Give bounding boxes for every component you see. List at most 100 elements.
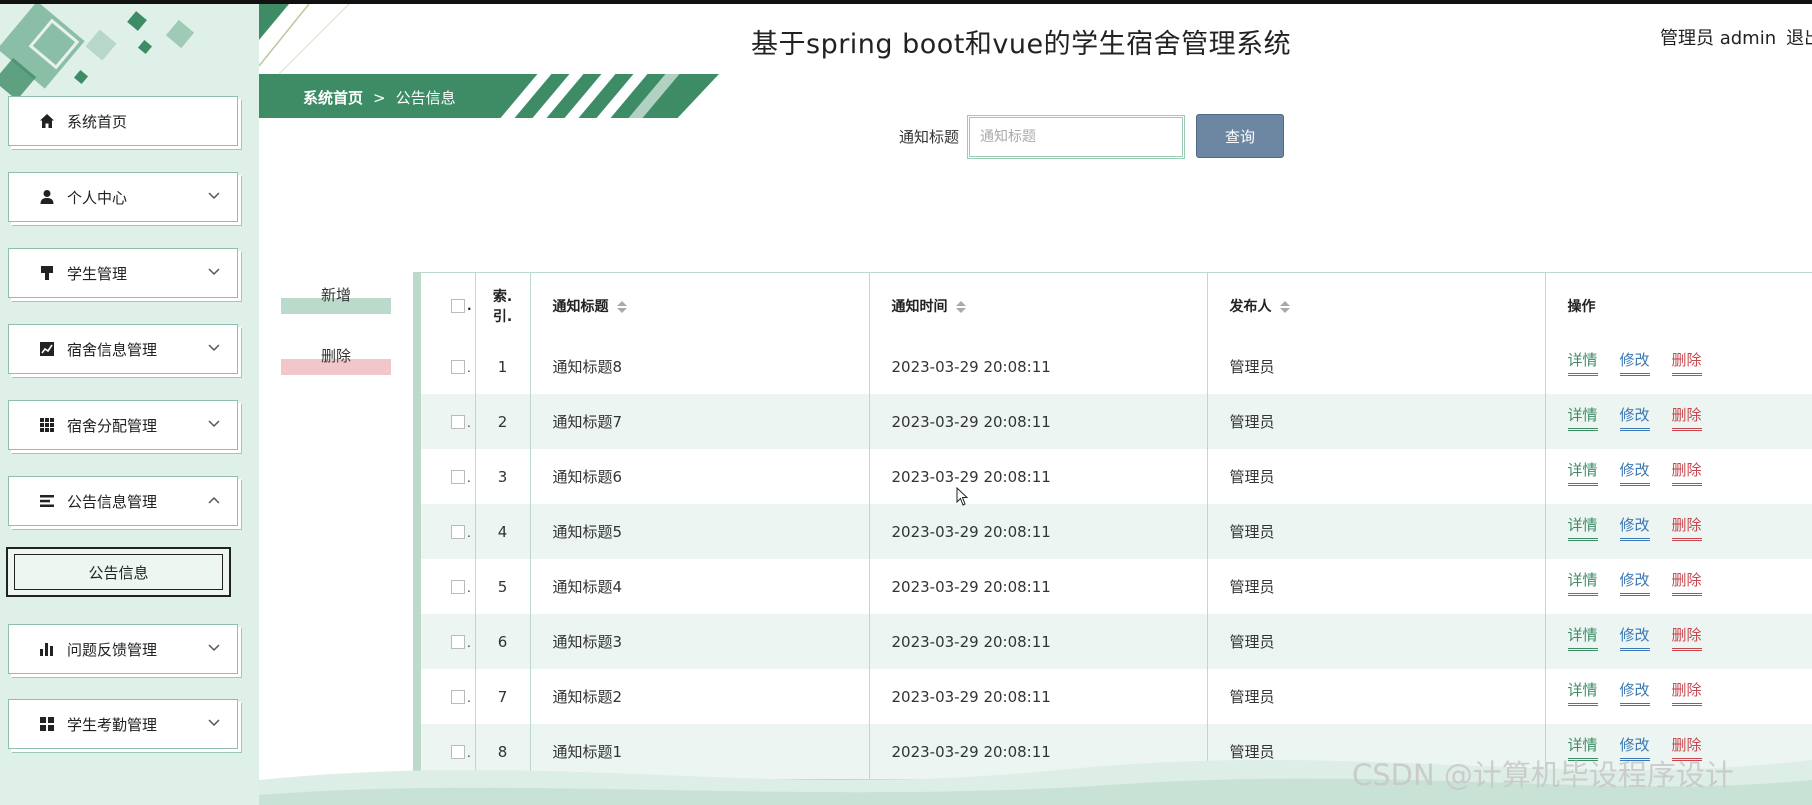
sort-icon[interactable] [955,301,966,313]
detail-link[interactable]: 详情 [1567,514,1598,541]
row-title: 通知标题2 [530,669,870,724]
row-delete-link[interactable]: 删除 [1671,624,1702,651]
list-icon [37,491,57,511]
row-time: 2023-03-29 20:08:11 [869,504,1208,559]
edit-link[interactable]: 修改 [1619,459,1650,486]
row-delete-link[interactable]: 删除 [1671,569,1702,596]
row-title: 通知标题5 [530,504,870,559]
sidebar-item-label: 问题反馈管理 [67,640,158,659]
row-index: 5 [475,559,531,614]
sidebar-item-label: 系统首页 [67,112,128,131]
row-checkbox[interactable] [451,360,465,374]
detail-link[interactable]: 详情 [1567,459,1598,486]
breadcrumb-current: 公告信息 [395,89,456,107]
sort-icon[interactable] [1279,301,1290,313]
row-checkbox-cell: . [421,394,476,449]
row-delete-link[interactable]: 删除 [1671,349,1702,376]
notice-table: . 索. 引. 通知标题 通知时间 发布人 操作 . 1 通知标题8 2023-03-2… [413,272,1812,780]
detail-link[interactable]: 详情 [1567,404,1598,431]
sidebar-item-home[interactable]: 系统首页 [8,96,238,146]
row-checkbox[interactable] [451,690,465,704]
sidebar-item-dorm-allocation-management[interactable]: 宿舍分配管理 [8,400,238,450]
row-ops: 详情 修改 删除 [1545,614,1812,669]
sidebar-item-label: 宿舍信息管理 [67,340,158,359]
row-index: 7 [475,669,531,724]
row-index: 3 [475,449,531,504]
header-publisher[interactable]: 发布人 [1207,273,1546,339]
sidebar-item-label: 公告信息管理 [67,492,158,511]
checkbox-dot: . [467,360,471,375]
row-checkbox[interactable] [451,525,465,539]
edit-link[interactable]: 修改 [1619,569,1650,596]
checkbox-dot: . [467,299,472,313]
logout-link[interactable]: 退出 [1786,28,1812,49]
breadcrumb: 系统首页 > 公告信息 [303,87,456,108]
row-ops: 详情 修改 删除 [1545,669,1812,724]
search-input[interactable] [967,115,1185,159]
header-title-label: 通知标题 [552,299,609,315]
row-index: 4 [475,504,531,559]
row-index: 6 [475,614,531,669]
sidebar-decoration [137,39,153,55]
detail-link[interactable]: 详情 [1567,679,1598,706]
edit-link[interactable]: 修改 [1619,514,1650,541]
add-button[interactable]: 新增 [281,282,391,314]
search-button[interactable]: 查询 [1196,114,1284,158]
sidebar-item-personal-center[interactable]: 个人中心 [8,172,238,222]
edit-link[interactable]: 修改 [1619,349,1650,376]
sidebar-decoration [85,29,117,61]
chevron-down-icon [207,417,221,431]
header-ops: 操作 [1545,273,1812,339]
row-delete-link[interactable]: 删除 [1671,514,1702,541]
row-checkbox[interactable] [451,580,465,594]
sidebar-item-dorm-info-management[interactable]: 宿舍信息管理 [8,324,238,374]
row-checkbox-cell: . [421,449,476,504]
brush-icon [37,263,57,283]
delete-button[interactable]: 删除 [281,343,391,375]
chevron-down-icon [207,716,221,730]
row-title: 通知标题4 [530,559,870,614]
row-delete-link[interactable]: 删除 [1671,459,1702,486]
table-row: . 6 通知标题3 2023-03-29 20:08:11 管理员 详情 修改 删除 [421,614,1812,669]
checkbox-dot: . [467,690,471,705]
detail-link[interactable]: 详情 [1567,569,1598,596]
row-checkbox-cell: . [421,559,476,614]
row-publisher: 管理员 [1207,504,1546,559]
sidebar-item-student-management[interactable]: 学生管理 [8,248,238,298]
edit-link[interactable]: 修改 [1619,624,1650,651]
row-delete-link[interactable]: 删除 [1671,404,1702,431]
sidebar-item-label: 个人中心 [67,188,128,207]
header-ops-label: 操作 [1567,299,1596,315]
sidebar-subitem-notice-info[interactable]: 公告信息 [6,547,231,597]
table-row: . 7 通知标题2 2023-03-29 20:08:11 管理员 详情 修改 删除 [421,669,1812,724]
row-publisher: 管理员 [1207,614,1546,669]
select-all-checkbox[interactable] [451,299,465,313]
header-time[interactable]: 通知时间 [869,273,1208,339]
add-button-label: 新增 [320,286,351,304]
row-delete-link[interactable]: 删除 [1671,679,1702,706]
checkbox-dot: . [467,580,471,595]
row-time: 2023-03-29 20:08:11 [869,339,1208,394]
header-publisher-label: 发布人 [1229,299,1272,315]
chevron-down-icon [207,265,221,279]
edit-link[interactable]: 修改 [1619,404,1650,431]
row-checkbox[interactable] [451,415,465,429]
sidebar: 系统首页 个人中心 学生管理 宿舍信息管理 宿舍分配管理 公告信息管理 公告信息… [0,4,259,805]
sort-icon[interactable] [616,301,627,313]
header-title[interactable]: 通知标题 [530,273,870,339]
sidebar-item-attendance-management[interactable]: 学生考勤管理 [8,699,238,749]
user-icon [37,187,57,207]
detail-link[interactable]: 详情 [1567,624,1598,651]
row-checkbox[interactable] [451,470,465,484]
row-checkbox[interactable] [451,635,465,649]
breadcrumb-home-link[interactable]: 系统首页 [303,89,363,107]
sidebar-item-feedback-management[interactable]: 问题反馈管理 [8,624,238,674]
sidebar-decoration [165,19,195,49]
sidebar-item-label: 宿舍分配管理 [67,416,158,435]
detail-link[interactable]: 详情 [1567,349,1598,376]
row-time: 2023-03-29 20:08:11 [869,614,1208,669]
sidebar-item-notice-management[interactable]: 公告信息管理 [8,476,238,526]
row-title: 通知标题3 [530,614,870,669]
edit-link[interactable]: 修改 [1619,679,1650,706]
row-publisher: 管理员 [1207,339,1546,394]
